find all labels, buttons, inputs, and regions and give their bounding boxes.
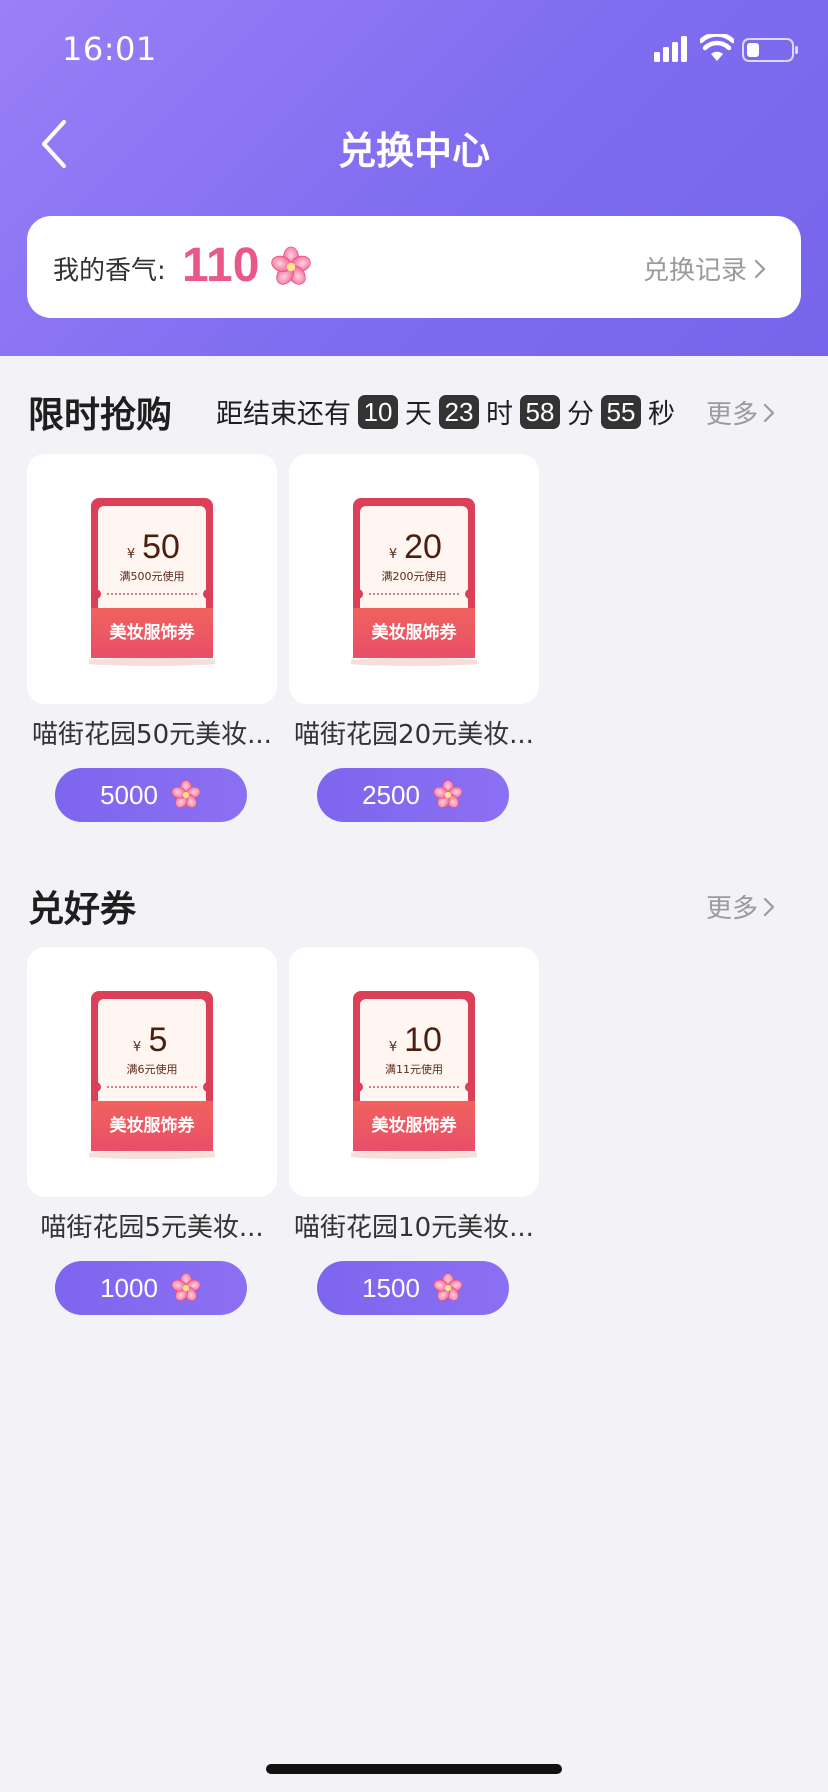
svg-text:¥: ¥ [133,1040,141,1055]
chevron-right-icon [754,259,766,278]
home-indicator[interactable] [266,1764,562,1774]
chevron-right-icon [763,403,775,422]
svg-text:满6元使用: 满6元使用 [127,1063,178,1076]
flower-icon [432,1272,464,1304]
flower-icon [269,245,313,289]
svg-text:满11元使用: 满11元使用 [385,1063,443,1076]
more-label: 更多 [705,400,758,430]
countdown-minutes-unit: 分 [567,399,594,430]
exchange-price-button[interactable]: 5000 [55,768,247,822]
countdown: 距结束还有 10 天 23 时 58 分 55 秒 [216,392,675,431]
price-value: 2500 [362,779,420,810]
battery-icon [742,38,798,62]
coupon-icon: ¥ 50 满500元使用 美妆服饰券 [89,498,215,668]
svg-text:¥: ¥ [389,547,397,562]
product-image: ¥ 5 满6元使用 美妆服饰券 [27,947,277,1197]
svg-text:10: 10 [404,1021,442,1059]
status-time: 16:01 [62,30,157,68]
countdown-days: 10 [358,394,398,429]
price-value: 1000 [100,1272,158,1303]
product-card[interactable]: ¥ 10 满11元使用 美妆服饰券 喵街花园10元美妆... 1500 [289,947,539,1315]
exchange-record-label: 兑换记录 [642,256,747,286]
wifi-icon [700,34,734,61]
points-label: 我的香气: [53,256,166,286]
svg-text:满200元使用: 满200元使用 [382,570,447,583]
nav-bar: 兑换中心 [0,100,828,190]
points-card: 我的香气: 110 兑换记录 [27,216,801,318]
price-value: 1500 [362,1272,420,1303]
svg-text:满500元使用: 满500元使用 [120,570,185,583]
product-name: 喵街花园50元美妆... [32,720,272,750]
more-label: 更多 [705,894,758,924]
svg-text:美妆服饰券: 美妆服饰券 [372,1115,458,1136]
product-image: ¥ 10 满11元使用 美妆服饰券 [289,947,539,1197]
exchange-price-button[interactable]: 1000 [55,1261,247,1315]
svg-text:美妆服饰券: 美妆服饰券 [372,622,458,643]
product-card[interactable]: ¥ 5 满6元使用 美妆服饰券 喵街花园5元美妆... 1000 [27,947,277,1315]
countdown-seconds-unit: 秒 [648,399,675,430]
price-value: 5000 [100,779,158,810]
exchange-price-button[interactable]: 1500 [317,1261,509,1315]
flash-sale-title: 限时抢购 [28,395,173,436]
good-coupons-more-link[interactable]: 更多 [706,888,776,925]
coupon-icon: ¥ 20 满200元使用 美妆服饰券 [351,498,477,668]
countdown-hours-unit: 时 [486,399,513,430]
exchange-record-link[interactable]: 兑换记录 [643,250,767,287]
svg-text:美妆服饰券: 美妆服饰券 [110,1115,196,1136]
flower-icon [170,1272,202,1304]
coupon-icon: ¥ 5 满6元使用 美妆服饰券 [89,991,215,1161]
cellular-signal-icon [654,36,687,62]
product-name: 喵街花园20元美妆... [294,720,534,750]
flower-icon [170,779,202,811]
product-image: ¥ 50 满500元使用 美妆服饰券 [27,454,277,704]
exchange-price-button[interactable]: 2500 [317,768,509,822]
chevron-right-icon [763,897,775,916]
countdown-days-unit: 天 [405,399,432,430]
good-coupons-title: 兑好券 [28,889,137,930]
countdown-minutes: 58 [520,394,560,429]
flash-sale-more-link[interactable]: 更多 [706,394,776,431]
svg-text:5: 5 [149,1021,168,1059]
countdown-seconds: 55 [601,394,641,429]
product-card[interactable]: ¥ 50 满500元使用 美妆服饰券 喵街花园50元美妆... 5000 [27,454,277,822]
points-value: 110 [182,239,260,292]
flower-icon [432,779,464,811]
product-name: 喵街花园10元美妆... [294,1213,534,1243]
coupon-icon: ¥ 10 满11元使用 美妆服饰券 [351,991,477,1161]
svg-text:20: 20 [404,528,442,566]
svg-text:¥: ¥ [389,1040,397,1055]
product-card[interactable]: ¥ 20 满200元使用 美妆服饰券 喵街花园20元美妆... 2500 [289,454,539,822]
svg-text:美妆服饰券: 美妆服饰券 [110,622,196,643]
page-title: 兑换中心 [337,129,490,173]
product-image: ¥ 20 满200元使用 美妆服饰券 [289,454,539,704]
status-bar: 16:01 [0,0,828,100]
product-name: 喵街花园5元美妆... [40,1213,264,1243]
countdown-hours: 23 [439,394,479,429]
countdown-prefix: 距结束还有 [216,399,351,430]
svg-text:50: 50 [142,528,180,566]
svg-text:¥: ¥ [127,547,135,562]
